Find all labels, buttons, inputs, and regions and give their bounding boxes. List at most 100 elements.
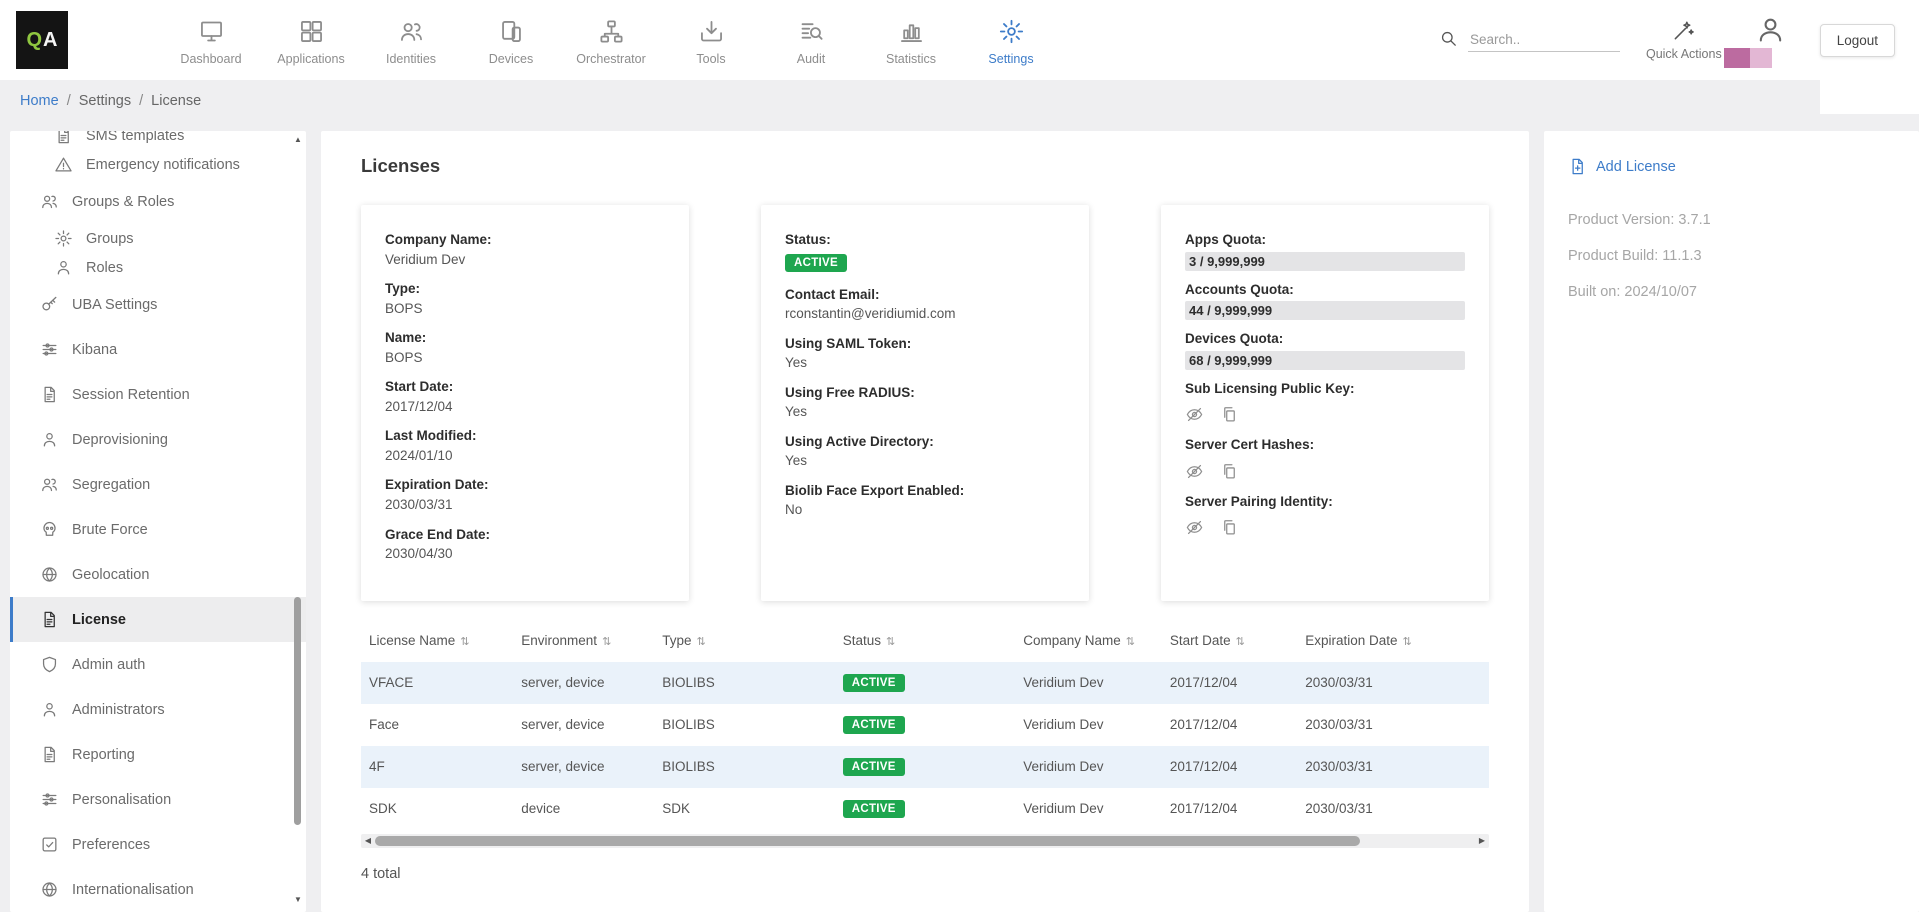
nav-item-orchestrator[interactable]: Orchestrator	[568, 14, 654, 66]
table-h-scrollbar[interactable]	[361, 834, 1489, 848]
content-area: SMS templates Emergency notifications Gr…	[0, 122, 1919, 912]
licenses-table: License Name⇅ Environment⇅ Type⇅	[361, 625, 1489, 830]
sidebar-item-segregation[interactable]: Segregation	[10, 462, 306, 507]
sort-icon[interactable]: ⇅	[697, 636, 706, 648]
license-row-sdk[interactable]: SDK device SDK ACTIVE Veridium Dev 2017/…	[361, 788, 1489, 830]
product-version: Product Version: 3.7.1	[1568, 212, 1895, 228]
sidebar-item-brute-force[interactable]: Brute Force	[10, 507, 306, 552]
nav-item-statistics[interactable]: Statistics	[868, 14, 954, 66]
sidebar-item-preferences[interactable]: Preferences	[10, 822, 306, 867]
audit-icon	[798, 18, 825, 45]
sidebar-item-label: Segregation	[72, 477, 150, 493]
quota-card: Apps Quota: 3 / 9,999,999 Accounts Quota…	[1161, 205, 1489, 601]
sidebar-scrollbar[interactable]	[291, 131, 305, 912]
field-start-date: Start Date: 2017/12/04	[385, 378, 665, 415]
eye-off-icon[interactable]	[1185, 462, 1204, 481]
license-row-vface[interactable]: VFACE server, device BIOLIBS ACTIVE Veri…	[361, 662, 1489, 704]
logo[interactable]: Q A	[16, 11, 68, 69]
sidebar-item-kibana[interactable]: Kibana	[10, 327, 306, 372]
doc-icon	[40, 745, 59, 764]
nav-item-label: Settings	[988, 52, 1033, 66]
people-icon	[398, 18, 425, 45]
sidebar-item-admin-auth[interactable]: Admin auth	[10, 642, 306, 687]
sort-icon[interactable]: ⇅	[602, 636, 611, 648]
quota-progress-bar: 3 / 9,999,999	[1185, 252, 1465, 271]
nav-item-applications[interactable]: Applications	[268, 14, 354, 66]
license-row-face[interactable]: Face server, device BIOLIBS ACTIVE Verid…	[361, 704, 1489, 746]
search-input[interactable]	[1468, 28, 1620, 52]
field-label: Status:	[785, 231, 1065, 249]
nav-item-label: Identities	[386, 52, 436, 66]
scroll-down-icon[interactable]	[291, 893, 305, 907]
column-header-status[interactable]: Status⇅	[835, 625, 1015, 662]
sort-icon[interactable]: ⇅	[1403, 636, 1412, 648]
sidebar-item-uba-settings[interactable]: UBA Settings	[10, 282, 306, 327]
quick-actions-button[interactable]: Quick Actions	[1646, 19, 1722, 61]
nav-item-dashboard[interactable]: Dashboard	[168, 14, 254, 66]
sidebar-item-deprovisioning[interactable]: Deprovisioning	[10, 417, 306, 462]
add-license-button[interactable]: Add License	[1568, 157, 1895, 176]
secret-actions	[1185, 405, 1465, 424]
sidebar-item-reporting[interactable]: Reporting	[10, 732, 306, 777]
breadcrumb: Home / Settings / License	[0, 80, 1919, 122]
avatar-icon[interactable]	[1755, 14, 1786, 45]
column-header-start-date[interactable]: Start Date⇅	[1162, 625, 1297, 662]
eye-off-icon[interactable]	[1185, 405, 1204, 424]
copy-icon[interactable]	[1220, 405, 1239, 424]
cell-company-name: Veridium Dev	[1015, 788, 1162, 830]
scroll-left-icon[interactable]	[362, 834, 374, 848]
sidebar-item-label: Roles	[86, 260, 123, 276]
devices-icon	[498, 18, 525, 45]
nav-item-identities[interactable]: Identities	[368, 14, 454, 66]
status-badge: ACTIVE	[785, 254, 847, 272]
user-menu[interactable]	[1748, 12, 1794, 68]
column-header-license-name[interactable]: License Name⇅	[361, 625, 513, 662]
field-label: Name:	[385, 329, 665, 347]
column-header-environment[interactable]: Environment⇅	[513, 625, 654, 662]
sidebar-scrollbar-thumb[interactable]	[294, 597, 301, 825]
sort-icon[interactable]: ⇅	[886, 636, 895, 648]
sort-icon[interactable]: ⇅	[1236, 636, 1245, 648]
theme-swatch	[1724, 48, 1772, 68]
license-row-4f[interactable]: 4F server, device BIOLIBS ACTIVE Veridiu…	[361, 746, 1489, 788]
column-header-expiration-date[interactable]: Expiration Date⇅	[1297, 625, 1489, 662]
search-icon[interactable]	[1439, 29, 1458, 48]
copy-icon[interactable]	[1220, 462, 1239, 481]
sidebar-item-roles[interactable]: Roles	[10, 253, 306, 282]
grid-icon	[298, 18, 325, 45]
quota-accounts-quota: Accounts Quota: 44 / 9,999,999	[1185, 281, 1465, 321]
sidebar-item-session-retention[interactable]: Session Retention	[10, 372, 306, 417]
sidebar-item-label: Groups & Roles	[72, 194, 174, 210]
sort-icon[interactable]: ⇅	[1126, 636, 1135, 648]
column-header-company-name[interactable]: Company Name⇅	[1015, 625, 1162, 662]
sidebar-item-label: Admin auth	[72, 657, 145, 673]
nav-item-settings[interactable]: Settings	[968, 14, 1054, 66]
field-value: 2030/03/31	[385, 496, 665, 514]
cell-expiration-date: 2030/03/31	[1297, 662, 1489, 704]
sidebar-item-license[interactable]: License	[10, 597, 306, 642]
copy-icon[interactable]	[1220, 518, 1239, 537]
sidebar-item-groups-roles[interactable]: Groups & Roles	[10, 179, 306, 224]
sort-icon[interactable]: ⇅	[460, 636, 469, 648]
sidebar-item-label: License	[72, 612, 126, 628]
nav-item-devices[interactable]: Devices	[468, 14, 554, 66]
sidebar-item-internationalisation[interactable]: Internationalisation	[10, 867, 306, 912]
sidebar-item-emergency-notifications[interactable]: Emergency notifications	[10, 150, 306, 179]
breadcrumb-home[interactable]: Home	[20, 93, 59, 109]
nav-item-audit[interactable]: Audit	[768, 14, 854, 66]
sidebar-item-sms-templates[interactable]: SMS templates	[10, 131, 306, 150]
nav-item-tools[interactable]: Tools	[668, 14, 754, 66]
logout-button[interactable]: Logout	[1820, 24, 1895, 57]
sidebar-item-administrators[interactable]: Administrators	[10, 687, 306, 732]
h-scrollbar-thumb[interactable]	[375, 836, 1360, 846]
secret-actions	[1185, 462, 1465, 481]
quota-devices-quota: Devices Quota: 68 / 9,999,999	[1185, 330, 1465, 370]
eye-off-icon[interactable]	[1185, 518, 1204, 537]
scroll-right-icon[interactable]	[1476, 834, 1488, 848]
scroll-up-icon[interactable]	[291, 133, 305, 147]
sidebar-item-personalisation[interactable]: Personalisation	[10, 777, 306, 822]
breadcrumb-separator: /	[139, 93, 143, 109]
column-header-type[interactable]: Type⇅	[654, 625, 834, 662]
sidebar-item-geolocation[interactable]: Geolocation	[10, 552, 306, 597]
sidebar-item-groups[interactable]: Groups	[10, 224, 306, 253]
